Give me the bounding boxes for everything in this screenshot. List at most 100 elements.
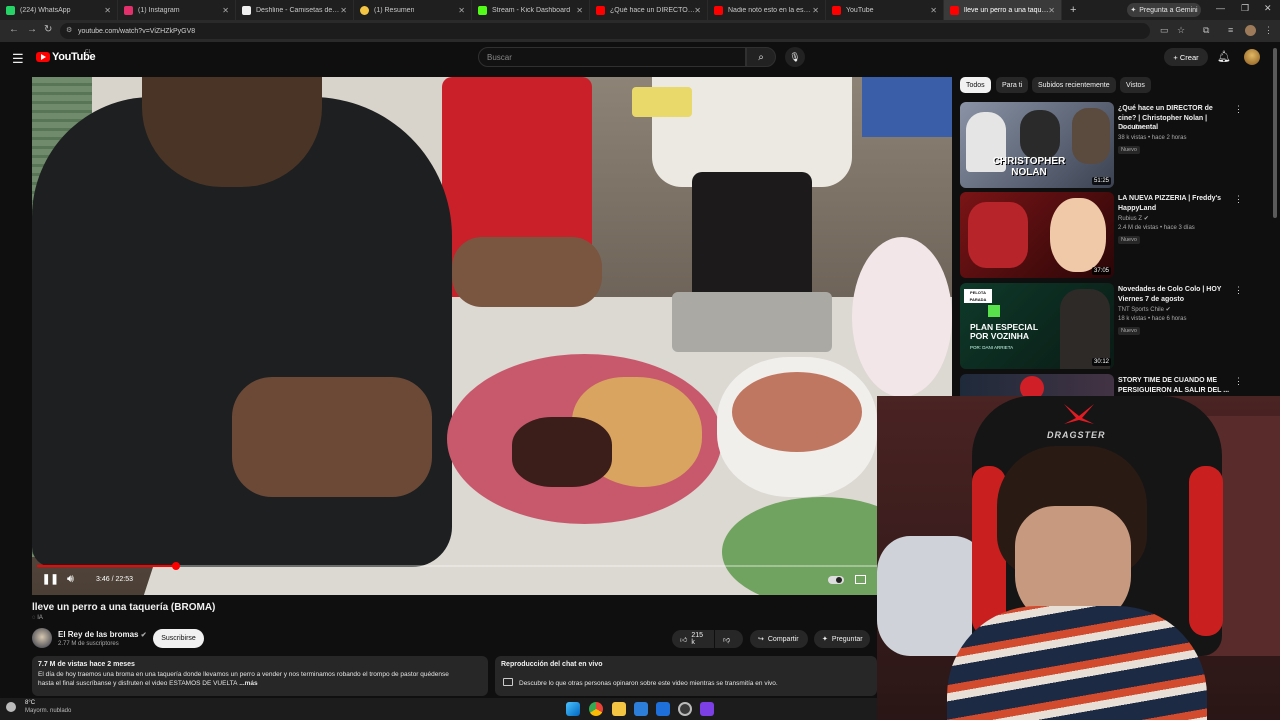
store-icon[interactable] <box>634 702 648 716</box>
close-icon[interactable]: ✕ <box>1048 6 1055 15</box>
chip-todos[interactable]: Todos <box>960 77 991 93</box>
volume-icon[interactable]: 🔊︎ <box>67 573 74 586</box>
video-player[interactable] <box>32 77 952 595</box>
maximize-icon[interactable]: ❐ <box>1241 3 1249 14</box>
file-explorer-icon[interactable] <box>612 702 626 716</box>
recommendation-title[interactable]: Novedades de Colo Colo | HOY Viernes 7 d… <box>1118 285 1230 304</box>
browser-menu-icon[interactable]: ⋮ <box>1264 25 1273 36</box>
deshline-icon <box>242 5 251 15</box>
recommendation-channel[interactable]: TNT Sports Chile ✔ <box>1118 306 1171 313</box>
site-info-icon[interactable]: ⚙ <box>66 26 72 34</box>
close-icon[interactable]: ✕ <box>812 6 819 15</box>
page-scrollbar[interactable] <box>1273 48 1277 218</box>
bookmark-star-icon[interactable]: ☆ <box>1177 25 1185 36</box>
chip-vistos[interactable]: Vistos <box>1120 77 1151 93</box>
tab-kick[interactable]: Stream - Kick Dashboard ✕ <box>472 0 590 20</box>
description-text: El día de hoy traemos una broma en una t… <box>38 670 482 688</box>
description-more-link[interactable]: ...más <box>237 680 257 687</box>
recommendation-thumbnail[interactable]: CHRISTOPHER NOLAN 51:25 <box>960 102 1114 188</box>
chip-subidos-recientemente[interactable]: Subidos recientemente <box>1032 77 1116 93</box>
reload-icon[interactable]: ↻ <box>44 24 52 35</box>
like-button[interactable]: 👍︎ 215 k <box>672 630 714 648</box>
recommendation-thumbnail[interactable] <box>960 374 1114 396</box>
more-options-icon[interactable]: ⋮ <box>1234 194 1243 205</box>
thumb-plus-icon <box>988 305 1000 317</box>
close-window-icon[interactable]: ✕ <box>1264 3 1272 14</box>
url-bar[interactable]: ⚙ youtube.com/watch?v=ViZHZkPyGV8 <box>60 23 1150 39</box>
tab-resumen[interactable]: (1) Resumen ✕ <box>354 0 472 20</box>
ask-button[interactable]: ✦ Preguntar <box>814 630 870 648</box>
description-box[interactable]: 7.7 M de vistas hace 2 meses El día de h… <box>32 656 488 696</box>
progress-scrubber-handle[interactable] <box>171 562 180 570</box>
tab-youtube-escena[interactable]: Nadie notó esto en la escena ✕ <box>708 0 826 20</box>
tab-whatsapp[interactable]: (224) WhatsApp ✕ <box>0 0 118 20</box>
more-options-icon[interactable]: ⋮ <box>1234 104 1243 115</box>
voice-search-button[interactable]: 🎙︎ <box>785 47 805 67</box>
tab-youtube-director[interactable]: ¿Qué hace un DIRECTOR de cine?✕ <box>590 0 708 20</box>
tab-instagram[interactable]: (1) Instagram ✕ <box>118 0 236 20</box>
share-button[interactable]: ↪ Compartir <box>750 630 808 648</box>
recommendation-title[interactable]: LA NUEVA PIZZERIA | Freddy's HappyLand <box>1118 194 1230 213</box>
tab-deshline[interactable]: Deshline - Camisetas de Fútbol✕ <box>236 0 354 20</box>
recommendation-thumbnail[interactable]: PELOTA PARADA PLAN ESPECIAL POR VOZINHA … <box>960 283 1114 369</box>
notifications-bell-icon[interactable]: 🔔︎ <box>1217 50 1231 63</box>
extensions-icon[interactable]: ⧉ <box>1203 25 1209 36</box>
recommendation-item[interactable]: CHRISTOPHER NOLAN 51:25 ¿Qué hace un DIR… <box>960 102 1270 188</box>
more-options-icon[interactable]: ⋮ <box>1234 285 1243 296</box>
gemini-button[interactable]: ✦ Pregunta a Gemini <box>1127 3 1201 17</box>
chrome-icon[interactable] <box>589 702 603 716</box>
url-text: youtube.com/watch?v=ViZHZkPyGV8 <box>78 27 196 35</box>
recommendation-item[interactable]: PELOTA PARADA PLAN ESPECIAL POR VOZINHA … <box>960 283 1270 369</box>
weather-cloud-icon[interactable] <box>6 702 16 712</box>
new-tab-button[interactable]: + <box>1070 4 1076 16</box>
obs-icon[interactable] <box>678 702 692 716</box>
close-icon[interactable]: ✕ <box>576 6 583 15</box>
recommendation-thumbnail[interactable]: 37:05 <box>960 192 1114 278</box>
search-button[interactable]: ⌕ <box>746 47 776 67</box>
progress-bar[interactable] <box>37 562 877 570</box>
close-icon[interactable]: ✕ <box>340 6 347 15</box>
hamburger-menu-icon[interactable]: ☰ <box>12 51 24 67</box>
recommendation-title[interactable]: STORY TIME DE CUANDO ME PERSIGUIERON AL … <box>1118 376 1230 395</box>
tab-search-icon[interactable]: ≡ <box>1228 25 1233 35</box>
forward-icon[interactable]: → <box>27 24 37 35</box>
recommendation-item[interactable]: 37:05 LA NUEVA PIZZERIA | Freddy's Happy… <box>960 192 1270 278</box>
tab-youtube-current[interactable]: lleve un perro a una taquería ✕ <box>944 0 1062 20</box>
back-icon[interactable]: ← <box>9 24 19 35</box>
sparkle-icon: ✦ <box>822 636 828 643</box>
profile-avatar[interactable] <box>1245 25 1256 36</box>
browser-tab-strip: (224) WhatsApp ✕ (1) Instagram ✕ Deshline … <box>0 0 1280 20</box>
close-icon[interactable]: ✕ <box>222 6 229 15</box>
video-sign-yellow <box>632 87 692 117</box>
close-icon[interactable]: ✕ <box>694 6 701 15</box>
search-input[interactable]: Buscar <box>478 47 746 67</box>
live-chat-replay-box[interactable]: Reproducción del chat en vivo Descubre l… <box>495 656 877 696</box>
chip-para-ti[interactable]: Para ti <box>996 77 1029 93</box>
youtube-icon <box>832 5 841 15</box>
channel-avatar[interactable] <box>32 628 52 648</box>
subscribe-button[interactable]: Suscribirse <box>153 629 204 648</box>
mail-icon[interactable] <box>656 702 670 716</box>
youtube-logo-icon[interactable] <box>36 52 50 62</box>
pause-icon[interactable]: ❚❚ <box>42 574 59 585</box>
channel-name[interactable]: El Rey de las bromas ✔ <box>58 630 147 639</box>
autoplay-toggle[interactable] <box>828 576 844 584</box>
thumbs-down-icon: 👎︎ <box>723 636 731 644</box>
recommendation-channel[interactable]: Dieck Docs <box>1118 125 1148 131</box>
windows-start-icon[interactable] <box>566 702 580 716</box>
recommendation-channel[interactable]: Rubius Z ✔ <box>1118 215 1149 222</box>
dislike-button[interactable]: 👎︎ <box>715 630 743 648</box>
recommendation-item[interactable]: STORY TIME DE CUANDO ME PERSIGUIERON AL … <box>960 374 1270 396</box>
account-avatar[interactable] <box>1244 49 1260 65</box>
close-icon[interactable]: ✕ <box>458 6 465 15</box>
tab-label: Nadie notó esto en la escena <box>728 6 813 14</box>
minimize-icon[interactable]: — <box>1216 3 1225 13</box>
app-icon[interactable] <box>700 702 714 716</box>
create-button[interactable]: + Crear <box>1164 48 1208 66</box>
more-options-icon[interactable]: ⋮ <box>1234 376 1243 387</box>
cast-icon[interactable]: ▭ <box>1160 25 1169 36</box>
close-icon[interactable]: ✕ <box>104 6 111 15</box>
miniplayer-icon[interactable] <box>855 575 866 584</box>
tab-youtube-home[interactable]: YouTube ✕ <box>826 0 944 20</box>
close-icon[interactable]: ✕ <box>930 6 937 15</box>
